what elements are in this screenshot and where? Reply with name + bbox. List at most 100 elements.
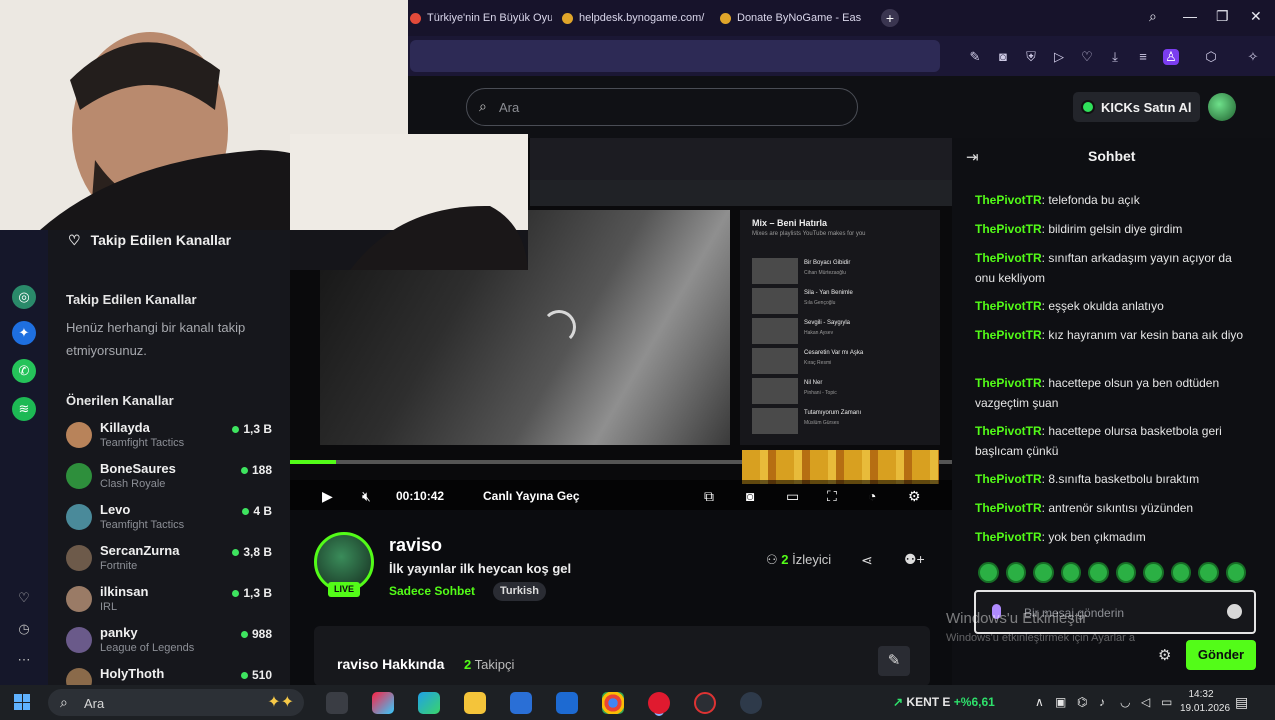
chat-username[interactable]: ThePivotTR	[975, 424, 1042, 438]
emote-icon[interactable]	[1225, 562, 1246, 583]
theater-icon[interactable]: ▭	[786, 488, 799, 505]
history-icon[interactable]: ◷	[12, 617, 36, 641]
chat-username[interactable]: ThePivotTR	[975, 299, 1042, 313]
play-icon[interactable]: ▶	[322, 488, 333, 505]
recommended-channel[interactable]: ilkinsan IRL 1,3 B	[66, 584, 280, 624]
browser-tab[interactable]: Türkiye'nin En Büyük Oyu	[410, 8, 552, 28]
streamer-name[interactable]: raviso	[389, 535, 442, 556]
speed-icon[interactable]: ◔	[868, 488, 876, 504]
tray-volume-icon[interactable]: ◁	[1141, 695, 1150, 709]
spotify-icon[interactable]: ≋	[12, 397, 36, 421]
menu-icon[interactable]: ≡	[1135, 49, 1151, 65]
cube-icon[interactable]: ⬡	[1203, 49, 1219, 65]
task-view-icon[interactable]	[326, 692, 348, 714]
language-tag[interactable]: Turkish	[493, 582, 546, 601]
restore-icon[interactable]: ❐	[1216, 8, 1229, 25]
close-window-icon[interactable]: ✕	[1250, 8, 1262, 25]
chat-username[interactable]: ThePivotTR	[975, 193, 1042, 207]
edit-icon[interactable]: ✎	[878, 646, 910, 676]
emoji-icon[interactable]	[1227, 604, 1242, 619]
collapse-chat-icon[interactable]: ⇥	[966, 148, 979, 166]
browser-tab[interactable]: helpdesk.bynogame.com/	[562, 8, 708, 28]
shield-icon[interactable]: ⛨	[1023, 49, 1039, 65]
clock[interactable]: 14:32 19.01.2026	[1180, 688, 1230, 716]
settings-icon[interactable]: ⚙	[908, 488, 921, 505]
emote-icon[interactable]	[1115, 562, 1136, 583]
emote-icon[interactable]	[1198, 562, 1219, 583]
clip-icon[interactable]: ⧉	[704, 488, 714, 505]
search-tabs-icon[interactable]: ⌕	[1149, 8, 1157, 25]
kicks-buy-button[interactable]: KICKs Satın Al	[1073, 92, 1200, 122]
followed-header[interactable]: ♡ Takip Edilen Kanallar	[68, 232, 231, 254]
chrome-icon[interactable]	[602, 692, 624, 714]
fullscreen-icon[interactable]: ⛶	[827, 488, 837, 505]
mute-icon[interactable]: 🔇︎	[362, 488, 371, 505]
chat-settings-icon[interactable]: ⚙	[1158, 646, 1171, 664]
notification-icon[interactable]: ▤	[1235, 694, 1248, 711]
mix-subtitle: Mixes are playlists YouTube makes for yo…	[752, 231, 866, 237]
copilot-icon[interactable]	[372, 692, 394, 714]
messenger-icon[interactable]: ✦	[12, 321, 36, 345]
new-tab-button[interactable]: +	[881, 9, 899, 27]
outlook-icon[interactable]	[556, 692, 578, 714]
camera-icon[interactable]: ◙	[746, 488, 754, 504]
follow-icon[interactable]: ⚉+	[904, 551, 925, 568]
chat-username[interactable]: ThePivotTR	[975, 530, 1042, 544]
emote-icon[interactable]	[1143, 562, 1164, 583]
edit-icon[interactable]: ✎	[967, 49, 983, 65]
app-icon[interactable]: ◎	[12, 285, 36, 309]
channel-viewers: 988	[241, 627, 272, 641]
tray-chevron-icon[interactable]: ∧	[1035, 695, 1044, 709]
minimize-icon[interactable]: —	[1183, 8, 1197, 24]
opera-icon[interactable]	[648, 692, 670, 714]
browser-tab[interactable]: Donate ByNoGame - Eas	[720, 8, 864, 28]
emote-icon[interactable]	[1005, 562, 1026, 583]
user-avatar[interactable]	[1208, 93, 1236, 121]
profile-icon[interactable]: ♙	[1163, 49, 1179, 65]
send-button[interactable]: Gönder	[1186, 640, 1256, 670]
recommended-channel[interactable]: panky League of Legends 988	[66, 625, 280, 665]
more-icon[interactable]: ⋯	[12, 648, 36, 672]
emote-icon[interactable]	[1170, 562, 1191, 583]
recommended-channel[interactable]: BoneSaures Clash Royale 188	[66, 461, 280, 501]
edge-icon[interactable]	[418, 692, 440, 714]
tray-network-icon[interactable]: ⌬	[1077, 695, 1087, 709]
ai-icon[interactable]: ✧	[1245, 49, 1261, 65]
share-icon[interactable]: ⋖	[861, 552, 873, 569]
chat-username[interactable]: ThePivotTR	[975, 328, 1042, 342]
gx-icon[interactable]	[694, 692, 716, 714]
emote-icon[interactable]	[978, 562, 999, 583]
chat-username[interactable]: ThePivotTR	[975, 501, 1042, 515]
start-icon[interactable]	[14, 694, 30, 710]
store-icon[interactable]	[510, 692, 532, 714]
chat-username[interactable]: ThePivotTR	[975, 472, 1042, 486]
chat-username[interactable]: ThePivotTR	[975, 251, 1042, 265]
download-icon[interactable]: ⤓	[1107, 49, 1123, 65]
heart-icon[interactable]: ♡	[12, 586, 36, 610]
emote-icon[interactable]	[1088, 562, 1109, 583]
taskbar-search[interactable]: ⌕ Ara ✦✦	[48, 689, 304, 716]
whatsapp-icon[interactable]: ✆	[12, 359, 36, 383]
file-explorer-icon[interactable]	[464, 692, 486, 714]
go-live-button[interactable]: Canlı Yayına Geç	[483, 489, 580, 503]
emote-icon[interactable]	[1033, 562, 1054, 583]
heart-icon[interactable]: ♡	[1079, 49, 1095, 65]
tray-wifi-icon[interactable]: ◡	[1120, 695, 1130, 709]
tray-app-icon[interactable]: ▣	[1055, 695, 1066, 709]
search-input[interactable]: ⌕ Ara	[466, 88, 858, 126]
tray-mic-icon[interactable]: ♪	[1099, 695, 1105, 709]
stream-category-link[interactable]: Sadece Sohbet	[389, 584, 475, 598]
recommended-channel[interactable]: Killayda Teamfight Tactics 1,3 B	[66, 420, 280, 460]
chat-panel: ⇥ Sohbet ThePivotTR: telefonda bu açık Th…	[946, 138, 1275, 685]
camera-icon[interactable]: ◙	[995, 49, 1011, 65]
tray-battery-icon[interactable]: ▭	[1161, 695, 1172, 709]
chat-username[interactable]: ThePivotTR	[975, 222, 1042, 236]
recommended-channel[interactable]: SercanZurna Fortnite 3,8 B	[66, 543, 280, 583]
obs-icon[interactable]	[740, 692, 762, 714]
stock-ticker[interactable]: ↗ KENT E +%6,61	[893, 695, 995, 709]
recommended-channel[interactable]: Levo Teamfight Tactics 4 B	[66, 502, 280, 542]
emote-icon[interactable]	[1060, 562, 1081, 583]
chat-username[interactable]: ThePivotTR	[975, 376, 1042, 390]
address-bar[interactable]	[410, 40, 940, 72]
player-icon[interactable]: ▷	[1051, 49, 1067, 65]
